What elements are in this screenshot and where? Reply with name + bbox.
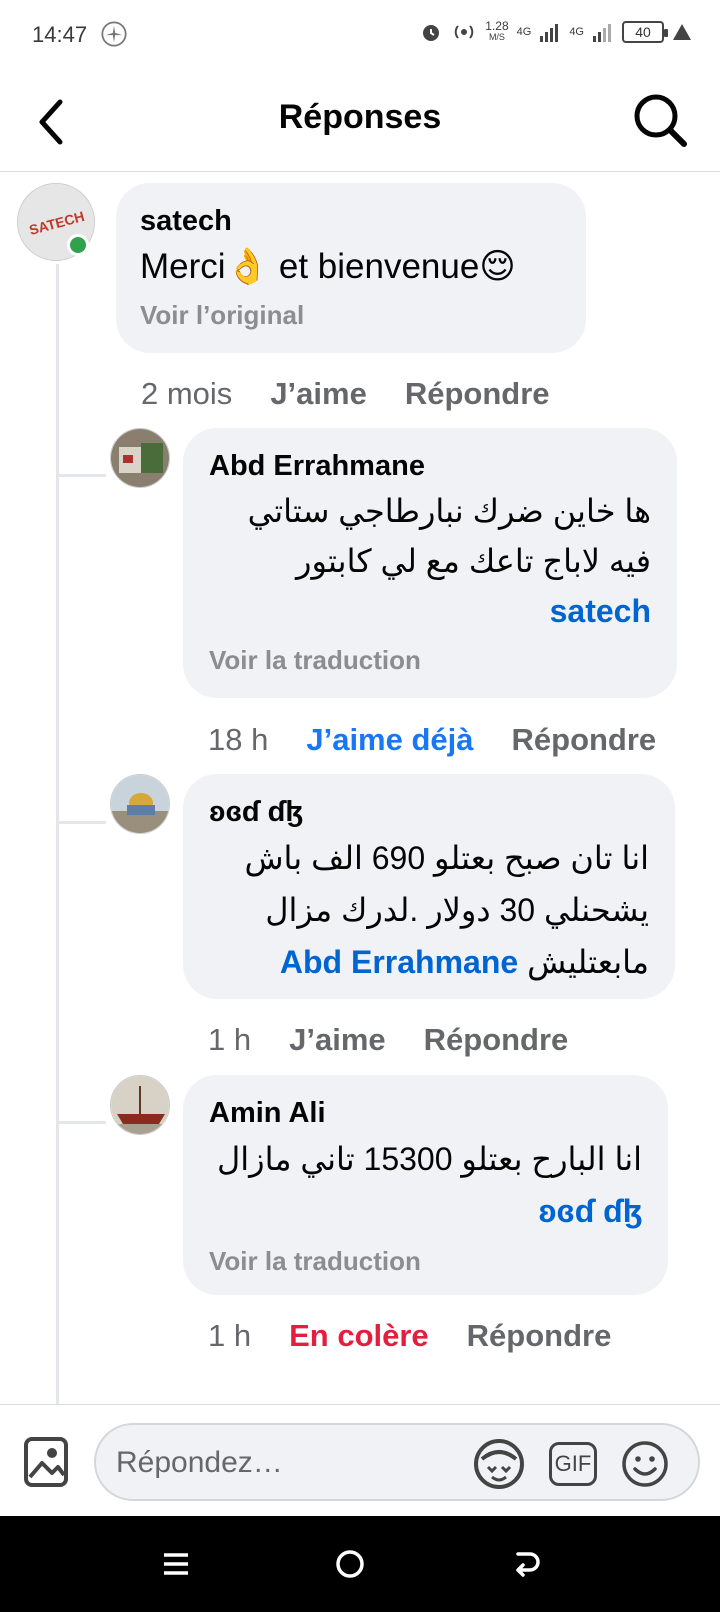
comment-text: ها خاين ضرك نبارطاجي ستاتي فيه لاباج تاع… [209,486,651,636]
back-nav-button[interactable] [502,1540,550,1588]
network-type-1: 4G [516,26,532,38]
system-navigation-bar [0,1516,720,1612]
comment-text: انا البارح بعتلو 15300 تاني مازال ʚɞɗ ɗɮ [209,1133,642,1237]
status-bar: 14:47 1.28 M/S 4G 4G 40 [0,0,720,72]
page-title: Réponses [278,98,442,136]
comment-bubble[interactable]: ʚɞɗ ɗɮ انا تان صبح بعتلو 690 الف باش يشح… [183,774,675,999]
comment-bubble[interactable]: Amin Ali انا البارح بعتلو 15300 تاني ماز… [183,1075,668,1295]
emoji-icon [622,1441,668,1487]
thread-branch [58,821,106,824]
comment-text: انا تان صبح بعتلو 690 الف باش يشحنلي 30 … [209,832,649,988]
photo-button[interactable] [22,1433,72,1491]
mention-link[interactable]: ʚɞɗ ɗɮ [538,1193,642,1229]
reply-button[interactable]: Répondre [512,722,657,758]
avatar[interactable] [110,774,170,834]
signal-icon-2 [593,24,611,42]
comment-bubble[interactable]: Abd Errahmane ها خاين ضرك نبارطاجي ستاتي… [183,428,677,698]
status-time: 14:47 [32,22,88,47]
avatar[interactable] [110,1075,170,1135]
comment-body: انا البارح بعتلو 15300 تاني مازال [217,1141,642,1177]
gif-button[interactable]: GIF [544,1435,602,1493]
comment-actions: 2 mois J’aime Répondre [141,376,550,412]
mention-link[interactable]: Abd Errahmane [280,944,518,980]
reply-button[interactable]: Répondre [467,1318,612,1354]
menu-icon [164,1553,188,1575]
reaction-button[interactable]: En colère [289,1318,429,1354]
hotspot-icon [454,25,474,39]
app-header: Réponses [0,72,720,172]
speed-value: 1.28 [485,19,509,33]
comment-actions: 1 h J’aime Répondre [208,1022,568,1058]
reply-input-container[interactable]: GIF [94,1423,700,1501]
avatar[interactable] [110,428,170,488]
battery-level: 40 [635,24,651,40]
comment-bubble[interactable]: satech Merci👌 et bienvenue😌 Voir l’origi… [116,183,586,353]
network-type-2: 4G [569,26,584,38]
comment-body: ها خاين ضرك نبارطاجي ستاتي فيه لاباج تاع… [247,493,651,579]
emoji-button[interactable] [616,1435,674,1493]
avatar-sticker-button[interactable] [470,1435,528,1493]
battery-icon: 40 [622,21,668,43]
airplane-icon [101,21,127,47]
avatar-sticker-icon [474,1439,524,1489]
home-button[interactable] [326,1540,374,1588]
search-button[interactable] [628,88,692,152]
see-original-link[interactable]: Voir l’original [140,297,562,333]
comment-author[interactable]: Amin Ali [209,1093,642,1133]
recent-apps-button[interactable] [152,1540,200,1588]
reply-input[interactable] [116,1439,456,1487]
comment-text: Merci👌 et bienvenue😌 [140,247,516,286]
gif-icon: GIF [549,1442,597,1486]
search-icon [634,94,687,147]
comment-time: 18 h [208,722,269,757]
thread-line [56,264,59,1404]
back-arrow-icon [516,1552,540,1577]
comment-author[interactable]: satech [140,201,562,241]
comment-time: 2 mois [141,376,233,411]
alarm-icon [423,25,440,41]
comment-actions: 1 h En colère Répondre [208,1318,611,1354]
speed-unit: M/S [488,32,505,42]
thread-branch [58,1121,106,1124]
reply-button[interactable]: Répondre [405,376,550,412]
see-translation-link[interactable]: Voir la traduction [209,1243,642,1279]
like-button[interactable]: J’aime déjà [306,722,473,758]
avatar-photo [111,1076,169,1134]
comment-actions: 18 h J’aime déjà Répondre [208,722,656,758]
like-button[interactable]: J’aime [270,376,367,412]
online-indicator [67,234,89,256]
avatar-photo [111,429,169,487]
warning-icon [673,24,691,40]
network-speed: 1.28 M/S [485,19,509,43]
reply-button[interactable]: Répondre [424,1022,569,1058]
comment-time: 1 h [208,1318,252,1353]
photo-icon [24,1437,68,1487]
see-translation-link[interactable]: Voir la traduction [209,642,651,678]
mention-link[interactable]: satech [550,593,651,629]
signal-icon [540,24,559,42]
like-button[interactable]: J’aime [289,1022,386,1058]
comment-author[interactable]: ʚɞɗ ɗɮ [209,792,649,832]
comment-author[interactable]: Abd Errahmane [209,446,651,486]
avatar-photo [111,775,169,833]
thread-branch [58,474,106,477]
gif-label: GIF [554,1451,592,1476]
reply-composer: GIF [0,1404,720,1516]
home-circle-icon [336,1550,364,1578]
comment-time: 1 h [208,1022,252,1057]
